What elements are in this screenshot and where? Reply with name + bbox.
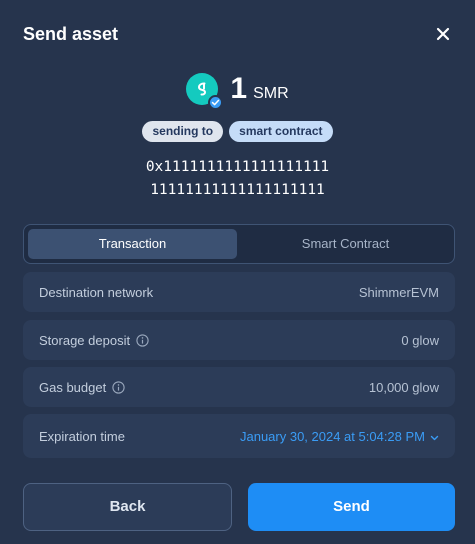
destination-network-label: Destination network	[39, 284, 154, 300]
gas-budget-row: Gas budget 10,000 glow	[23, 367, 455, 407]
storage-deposit-value: 0 glow	[401, 332, 439, 348]
destination-network-row: Destination network ShimmerEVM	[23, 272, 455, 312]
storage-deposit-label: Storage deposit	[39, 332, 131, 348]
asset-amount-row: 1 SMR	[0, 72, 475, 110]
close-icon[interactable]	[434, 25, 452, 43]
recipient-address: 0x1111111111111111111 111111111111111111…	[0, 156, 475, 202]
tab-transaction[interactable]: Transaction	[28, 229, 237, 259]
info-icon[interactable]	[112, 380, 125, 394]
sending-to-tag: sending to	[142, 121, 224, 142]
asset-amount: 1	[230, 72, 248, 105]
send-button[interactable]: Send	[248, 483, 455, 531]
address-line-2: 11111111111111111111	[150, 182, 325, 198]
tab-bar: Transaction Smart Contract	[23, 224, 455, 264]
tab-smart-contract[interactable]: Smart Contract	[241, 229, 450, 259]
info-icon[interactable]	[136, 333, 149, 347]
recipient-tags: sending to smart contract	[0, 121, 475, 142]
gas-budget-value: 10,000 glow	[368, 379, 439, 395]
address-line-1: 0x1111111111111111111	[145, 159, 330, 175]
expiration-time-selector[interactable]: January 30, 2024 at 5:04:28 PM	[240, 429, 439, 444]
expiration-time-value: January 30, 2024 at 5:04:28 PM	[239, 428, 425, 444]
chevron-down-icon	[430, 429, 439, 444]
dialog-header: Send asset	[23, 22, 452, 46]
asset-unit: SMR	[253, 85, 289, 102]
expiration-time-label: Expiration time	[39, 428, 125, 444]
destination-network-value: ShimmerEVM	[358, 284, 439, 300]
storage-deposit-row: Storage deposit 0 glow	[23, 320, 455, 360]
shimmer-token-icon	[186, 73, 224, 110]
back-button[interactable]: Back	[23, 483, 232, 531]
smart-contract-tag: smart contract	[229, 121, 333, 142]
send-asset-dialog: Send asset 1 SMR sending to smart contra…	[0, 0, 475, 544]
verified-badge-icon	[208, 95, 224, 110]
gas-budget-label: Gas budget	[39, 379, 107, 395]
dialog-title: Send asset	[23, 24, 119, 44]
expiration-time-row: Expiration time January 30, 2024 at 5:04…	[23, 414, 455, 458]
